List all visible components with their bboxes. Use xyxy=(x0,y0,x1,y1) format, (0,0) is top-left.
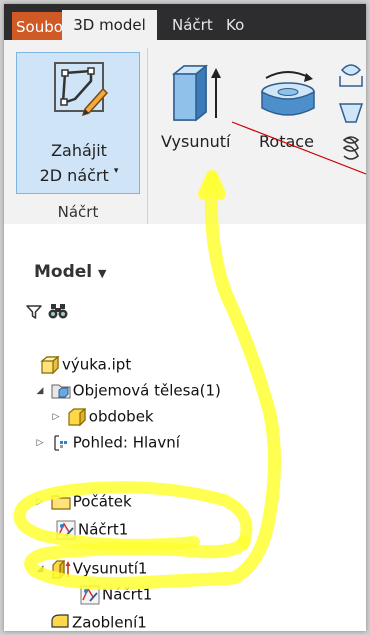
chevron-down-icon: ▼ xyxy=(98,267,107,280)
model-browser-header[interactable]: Model ▼ xyxy=(34,262,107,282)
folder-icon xyxy=(51,494,71,510)
part-icon xyxy=(40,355,60,374)
sketch-icon xyxy=(56,520,76,539)
start-sketch-label-line1: Zahájit xyxy=(51,141,107,160)
tree-item-fillet[interactable]: Zaoblení1 xyxy=(50,609,147,631)
collapse-arrow-icon[interactable]: ◢ xyxy=(34,378,46,404)
ribbon-panel: Zahájit 2D náčrt ▾ Náčrt Vysunutí Rotace xyxy=(4,40,366,228)
tree-item-view[interactable]: ▷ Pohled: Hlavní xyxy=(34,429,180,455)
tab-ko[interactable]: Ko xyxy=(218,10,252,40)
tree-item-origin[interactable]: ▷ Počátek xyxy=(34,488,132,514)
start-sketch-icon xyxy=(54,62,109,117)
extrude-label[interactable]: Vysunutí xyxy=(161,132,230,151)
expand-arrow-icon[interactable]: ▷ xyxy=(34,489,46,515)
expand-arrow-icon[interactable]: ▷ xyxy=(50,404,62,430)
tree-item-solid-bodies[interactable]: ◢ Objemová tělesa(1) xyxy=(34,377,221,403)
view-icon xyxy=(54,434,67,451)
revolve-icon[interactable] xyxy=(258,70,318,120)
solid-bodies-icon xyxy=(51,384,71,398)
expand-arrow-icon[interactable]: ▷ xyxy=(34,430,46,456)
sketch-icon xyxy=(80,585,100,604)
binoculars-search-icon[interactable] xyxy=(48,302,68,320)
model-browser: Model ▼ výuka.ipt ◢ Objemová tělesa(1) ▷… xyxy=(4,224,366,631)
tree-item-sketch-child[interactable]: Náčrt1 xyxy=(80,581,152,607)
ribbon-divider xyxy=(147,48,148,228)
tree-item-solid-body[interactable]: ▷ obdobek xyxy=(50,403,154,429)
extrude-feature-icon xyxy=(52,559,71,579)
ribbon-tab-bar: Soubor 3D model Náčrt Ko xyxy=(4,4,366,40)
extrude-icon[interactable] xyxy=(170,62,224,122)
more-feature-icons[interactable] xyxy=(336,60,366,180)
tree-item-part[interactable]: výuka.ipt xyxy=(40,351,131,377)
collapse-arrow-icon[interactable]: ◢ xyxy=(34,556,46,582)
filter-icon[interactable] xyxy=(26,304,42,320)
solid-body-icon xyxy=(68,407,86,426)
dropdown-caret-icon: ▾ xyxy=(113,166,119,176)
app-window: Soubor 3D model Náčrt Ko Zahájit 2D náčr… xyxy=(4,4,366,631)
start-sketch-label-line2: 2D náčrt ▾ xyxy=(39,166,119,185)
start-2d-sketch-button[interactable]: Zahájit 2D náčrt ▾ xyxy=(16,52,140,194)
fillet-icon xyxy=(51,613,69,628)
tree-item-sketch[interactable]: Náčrt1 xyxy=(56,516,128,542)
sketch-panel-label: Náčrt xyxy=(57,203,99,221)
tab-sketch[interactable]: Náčrt xyxy=(164,10,221,40)
revolve-label[interactable]: Rotace xyxy=(259,132,314,151)
tree-item-extrusion[interactable]: ◢ Vysunutí1 xyxy=(34,555,147,581)
tab-3d-model[interactable]: 3D model xyxy=(62,10,157,40)
